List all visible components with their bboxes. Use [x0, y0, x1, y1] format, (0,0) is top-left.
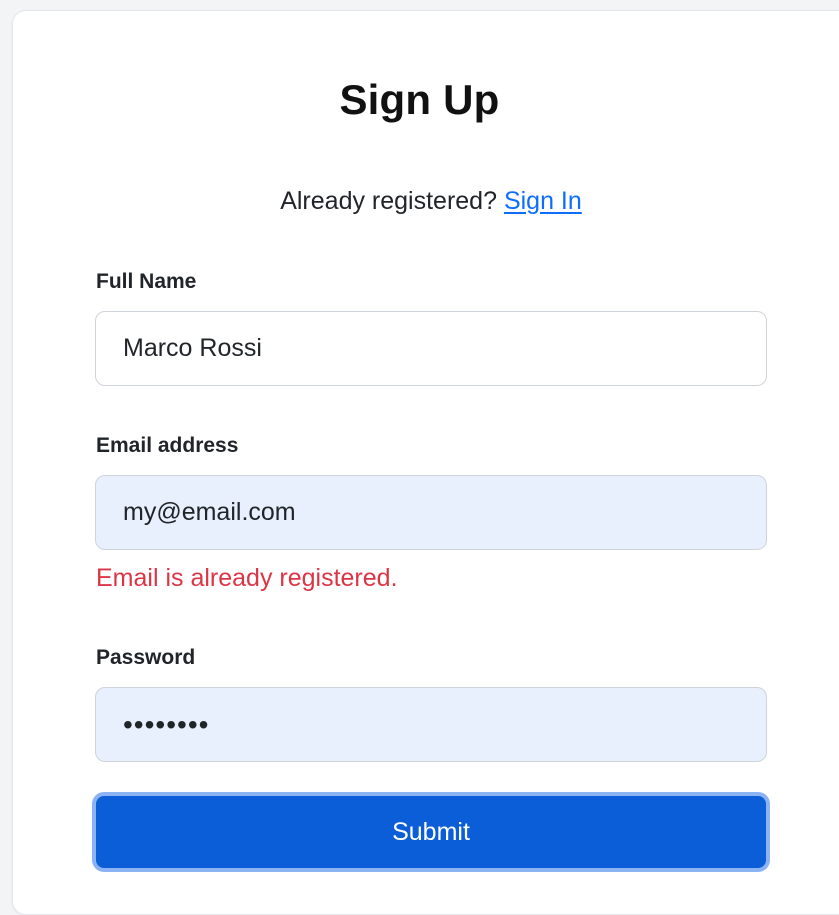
signin-prompt: Already registered? Sign In: [0, 183, 839, 219]
full-name-label: Full Name: [96, 270, 197, 293]
full-name-field[interactable]: [95, 311, 767, 386]
password-label: Password: [96, 646, 196, 669]
email-field[interactable]: [95, 475, 767, 550]
email-error-message: Email is already registered.: [96, 564, 398, 592]
submit-button[interactable]: Submit: [92, 792, 770, 872]
sign-in-link[interactable]: Sign In: [504, 187, 582, 215]
password-field[interactable]: [95, 687, 767, 762]
page-title: Sign Up: [339, 76, 500, 123]
email-label: Email address: [96, 434, 239, 457]
signup-card: [12, 10, 839, 915]
already-registered-text: Already registered?: [280, 187, 497, 215]
